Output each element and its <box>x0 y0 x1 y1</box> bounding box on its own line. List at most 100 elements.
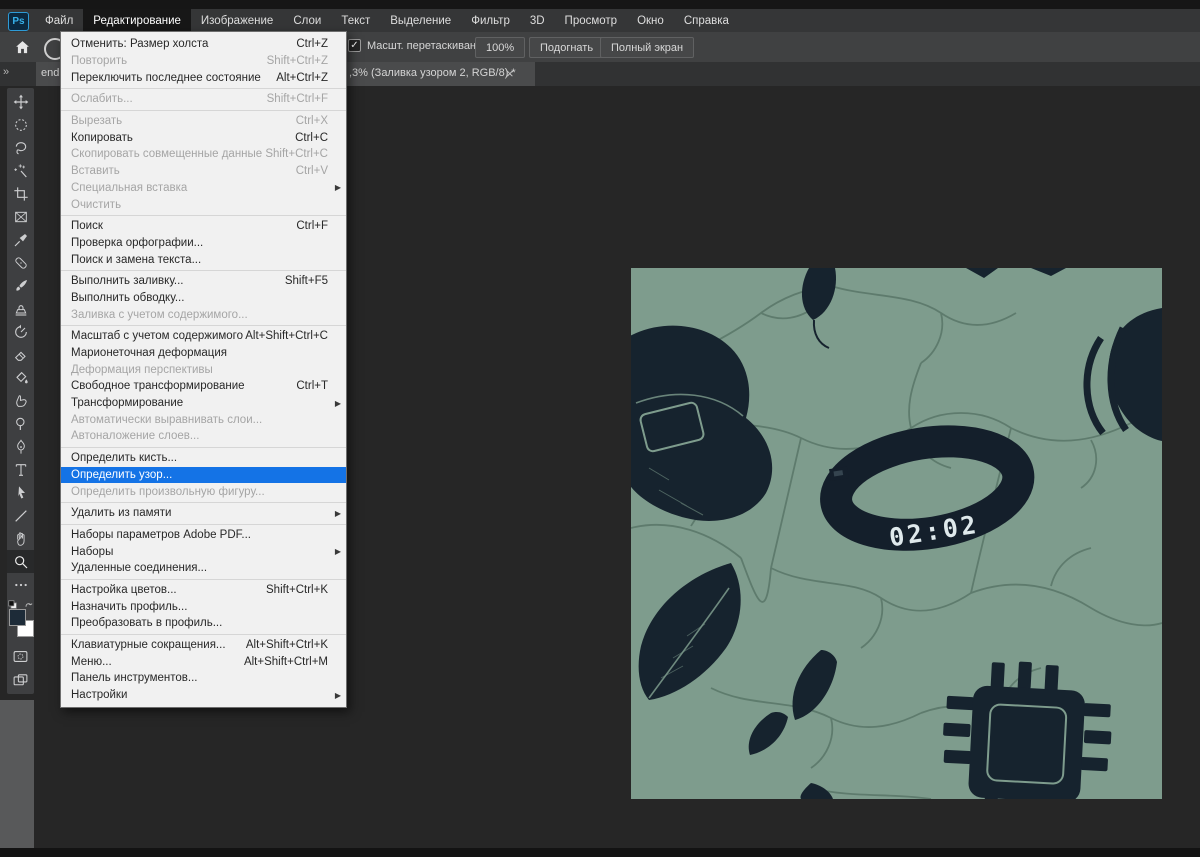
move-tool[interactable] <box>7 90 34 113</box>
menubar-item[interactable]: Файл <box>35 9 83 32</box>
submenu-arrow-icon: ▶ <box>335 547 341 556</box>
swap-colors-icon[interactable] <box>24 600 34 609</box>
brush-tool[interactable] <box>7 274 34 297</box>
path-selection-tool[interactable] <box>7 481 34 504</box>
menubar-item[interactable]: Справка <box>674 9 739 32</box>
eraser-tool[interactable] <box>7 343 34 366</box>
tool-icon <box>13 324 29 340</box>
menu-item-shortcut: Alt+Shift+Ctrl+C <box>245 330 328 342</box>
hand-tool[interactable] <box>7 527 34 550</box>
fit-screen-button[interactable]: Подогнать <box>529 37 604 58</box>
menu-item[interactable]: Удалить из памяти ▶ <box>61 505 346 522</box>
menu-item[interactable]: Деформация перспективы ▶ <box>61 361 346 378</box>
frame-tool[interactable] <box>7 205 34 228</box>
menu-item-shortcut: Shift+F5 <box>285 275 328 287</box>
menu-item[interactable]: Наборы ▶ <box>61 543 346 560</box>
checkbox-checked-icon[interactable]: ✓ <box>348 39 361 52</box>
full-screen-button[interactable]: Полный экран <box>600 37 694 58</box>
scrubby-zoom-option[interactable]: ✓ Масшт. перетаскиванием <box>348 39 496 52</box>
eyedropper-tool[interactable] <box>7 228 34 251</box>
tool-icon <box>13 186 29 202</box>
pattern-artwork: 02:02 <box>631 268 1162 799</box>
menu-item[interactable]: Выполнить обводку... ▶ <box>61 290 346 307</box>
collapse-chevron-icon[interactable]: » <box>3 66 9 78</box>
menu-item[interactable]: Панель инструментов... ▶ <box>61 670 346 687</box>
menu-item[interactable]: Клавиатурные сокращения... Alt+Shift+Ctr… <box>61 637 346 654</box>
menu-item[interactable]: Вырезать Ctrl+X ▶ <box>61 113 346 130</box>
menu-item[interactable]: Переключить последнее состояние Alt+Ctrl… <box>61 69 346 86</box>
menu-item[interactable]: Преобразовать в профиль... ▶ <box>61 615 346 632</box>
menu-item-label: Настройка цветов... <box>71 584 177 596</box>
menu-item[interactable]: Поиск и замена текста... ▶ <box>61 251 346 268</box>
menu-item[interactable]: Ослабить... Shift+Ctrl+F ▶ <box>61 91 346 108</box>
clone-stamp-tool[interactable] <box>7 297 34 320</box>
home-button[interactable] <box>10 36 34 58</box>
menu-item[interactable]: Копировать Ctrl+C ▶ <box>61 129 346 146</box>
menubar-item[interactable]: Слои <box>283 9 331 32</box>
menu-item-label: Вставить <box>71 165 120 177</box>
menu-item[interactable]: Назначить профиль... ▶ <box>61 598 346 615</box>
menu-item[interactable]: Проверка орфографии... ▶ <box>61 235 346 252</box>
edit-toolbar[interactable] <box>7 573 34 596</box>
menu-item[interactable]: Удаленные соединения... ▶ <box>61 560 346 577</box>
zoom-tool[interactable] <box>7 550 34 573</box>
menu-item-label: Определить произвольную фигуру... <box>71 486 265 498</box>
menu-item[interactable]: Вставить Ctrl+V ▶ <box>61 163 346 180</box>
menu-item-label: Определить узор... <box>71 469 172 481</box>
menu-item[interactable]: Наборы параметров Adobe PDF... ▶ <box>61 527 346 544</box>
menu-item[interactable]: Марионеточная деформация ▶ <box>61 345 346 362</box>
history-brush-tool[interactable] <box>7 320 34 343</box>
menu-item-label: Удаленные соединения... <box>71 562 207 574</box>
menubar-item[interactable]: Окно <box>627 9 674 32</box>
quick-selection-tool[interactable] <box>7 159 34 182</box>
menu-item[interactable]: Настройки ▶ <box>61 687 346 704</box>
menu-item-shortcut: Ctrl+C <box>295 132 328 144</box>
crop-tool[interactable] <box>7 182 34 205</box>
menu-item[interactable]: Меню... Alt+Shift+Ctrl+M ▶ <box>61 653 346 670</box>
zoom-100-button[interactable]: 100% <box>475 37 525 58</box>
menu-item[interactable]: Специальная вставка ▶ <box>61 180 346 197</box>
menubar-item-label: Выделение <box>390 15 451 27</box>
menubar-item[interactable]: Фильтр <box>461 9 520 32</box>
canvas-document[interactable]: 02:02 <box>631 268 1162 799</box>
menu-item[interactable]: Очистить ▶ <box>61 196 346 213</box>
menu-item[interactable]: Поиск Ctrl+F ▶ <box>61 218 346 235</box>
menu-item[interactable]: Трансформирование ▶ <box>61 395 346 412</box>
menu-item[interactable]: Настройка цветов... Shift+Ctrl+K ▶ <box>61 582 346 599</box>
marquee-tool[interactable] <box>7 113 34 136</box>
menubar-item[interactable]: Текст <box>331 9 380 32</box>
menu-item-shortcut: Ctrl+T <box>296 380 328 392</box>
type-tool[interactable] <box>7 458 34 481</box>
screen-mode-button[interactable] <box>7 668 34 692</box>
menubar-item[interactable]: Выделение <box>380 9 461 32</box>
menu-item[interactable]: Определить кисть... ▶ <box>61 450 346 467</box>
close-tab-icon[interactable]: × <box>506 66 514 81</box>
menubar-item[interactable]: Изображение <box>191 9 283 32</box>
gradient-tool[interactable] <box>7 366 34 389</box>
line-tool[interactable] <box>7 504 34 527</box>
menu-item[interactable]: Скопировать совмещенные данные Shift+Ctr… <box>61 146 346 163</box>
menu-item[interactable]: Выполнить заливку... Shift+F5 ▶ <box>61 273 346 290</box>
menu-item[interactable]: Заливка с учетом содержимого... ▶ <box>61 306 346 323</box>
menubar-item[interactable]: Редактирование <box>83 9 191 32</box>
tool-icon <box>13 278 29 294</box>
lasso-tool[interactable] <box>7 136 34 159</box>
menubar-item[interactable]: Просмотр <box>555 9 628 32</box>
menu-item-label: Назначить профиль... <box>71 601 187 613</box>
menu-item[interactable]: Определить произвольную фигуру... ▶ <box>61 483 346 500</box>
menu-item[interactable]: Масштаб с учетом содержимого Alt+Shift+C… <box>61 328 346 345</box>
menu-item[interactable]: Автоматически выравнивать слои... ▶ <box>61 411 346 428</box>
healing-brush-tool[interactable] <box>7 251 34 274</box>
default-colors-icon[interactable] <box>8 600 17 609</box>
foreground-color-swatch[interactable] <box>9 609 26 626</box>
menu-item[interactable]: Определить узор... ▶ <box>61 467 346 484</box>
menu-item[interactable]: Отменить: Размер холста Ctrl+Z ▶ <box>61 36 346 53</box>
dodge-tool[interactable] <box>7 412 34 435</box>
pen-tool[interactable] <box>7 435 34 458</box>
quick-mask-button[interactable] <box>7 644 34 668</box>
menu-item[interactable]: Автоналожение слоев... ▶ <box>61 428 346 445</box>
menubar-item[interactable]: 3D <box>520 9 555 32</box>
smudge-tool[interactable] <box>7 389 34 412</box>
menu-item[interactable]: Повторить Shift+Ctrl+Z ▶ <box>61 53 346 70</box>
menu-item[interactable]: Свободное трансформирование Ctrl+T ▶ <box>61 378 346 395</box>
